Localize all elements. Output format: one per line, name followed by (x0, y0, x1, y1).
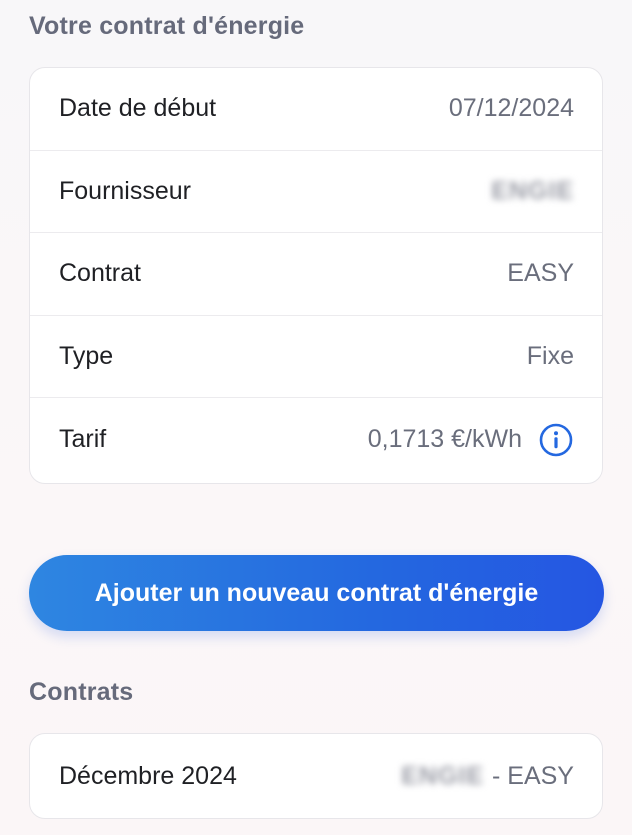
contract-supplier: ENGIE (401, 761, 485, 790)
supplier-value: ENGIE (491, 176, 574, 205)
current-contract-card: Date de début 07/12/2024 Fournisseur ENG… (29, 67, 603, 484)
contract-summary: ENGIE - EASY (401, 762, 574, 791)
row-supplier: Fournisseur ENGIE (30, 151, 602, 234)
row-tariff: Tarif 0,1713 €/kWh (30, 398, 602, 481)
list-item-contract[interactable]: Décembre 2024 ENGIE - EASY (30, 734, 602, 818)
section-title-contracts: Contrats (29, 678, 134, 706)
info-icon[interactable] (538, 422, 574, 458)
add-new-contract-button[interactable]: Ajouter un nouveau contrat d'énergie (29, 555, 604, 631)
supplier-label: Fournisseur (59, 176, 191, 205)
row-start-date: Date de début 07/12/2024 (30, 68, 602, 151)
start-date-value: 07/12/2024 (448, 94, 574, 123)
row-type: Type Fixe (30, 316, 602, 399)
contract-label: Contrat (59, 259, 141, 288)
contract-period-label: Décembre 2024 (59, 761, 237, 790)
tariff-value-group: 0,1713 €/kWh (368, 422, 574, 458)
contracts-history-card: Décembre 2024 ENGIE - EASY (29, 733, 603, 819)
contract-value: EASY (507, 259, 574, 288)
section-title-current-contract: Votre contrat d'énergie (29, 12, 305, 40)
start-date-label: Date de début (59, 94, 217, 123)
tariff-value: 0,1713 €/kWh (367, 425, 522, 454)
type-label: Type (59, 342, 114, 371)
type-value: Fixe (526, 342, 574, 371)
contract-name: - EASY (492, 761, 574, 790)
tariff-label: Tarif (59, 425, 107, 454)
row-contract: Contrat EASY (30, 233, 602, 316)
